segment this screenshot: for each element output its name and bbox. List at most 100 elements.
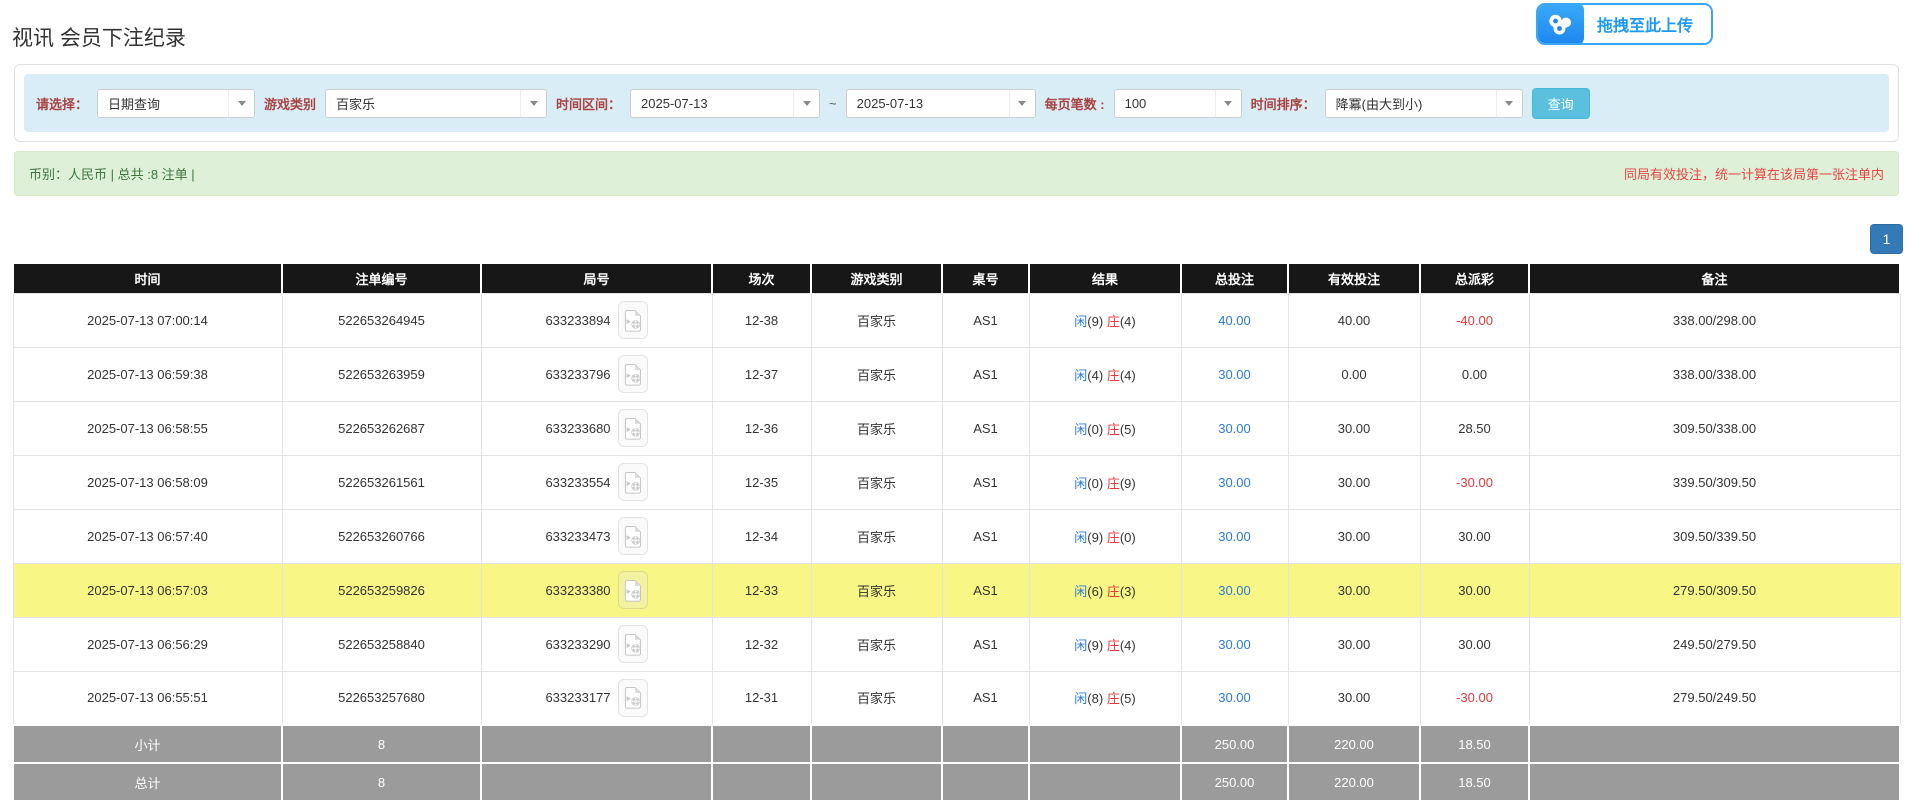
banker-result-label: 庄 [1107,314,1120,329]
video-replay-button[interactable] [618,409,648,447]
payout-cell: 30.00 [1420,617,1529,671]
player-result-count: (4) [1087,368,1103,383]
table-no-cell: AS1 [942,563,1029,617]
table-row: 2025-07-13 06:58:09 522653261561 6332335… [13,455,1900,509]
chevron-down-icon [1496,90,1522,117]
payout-cell: 30.00 [1420,509,1529,563]
game-type-cell: 百家乐 [811,563,942,617]
table-no-cell: AS1 [942,455,1029,509]
video-file-icon [624,471,642,494]
bet-id-cell: 522653262687 [282,401,481,455]
column-header: 总投注 [1181,263,1288,293]
result-cell: 闲(0) 庄(9) [1029,455,1181,509]
chevron-down-icon [228,90,254,117]
table-no-cell: AS1 [942,509,1029,563]
game-type-dropdown[interactable]: 百家乐 [325,89,547,118]
column-header: 局号 [481,263,712,293]
total-valid-bet: 220.00 [1288,763,1420,801]
video-file-icon [624,417,642,440]
video-replay-button[interactable] [618,625,648,663]
round-id-cell: 633233796 [481,347,712,401]
video-replay-button[interactable] [618,301,648,339]
valid-bet-cell: 40.00 [1288,293,1420,347]
round-id-value: 633233796 [545,367,610,382]
payout-cell: 28.50 [1420,401,1529,455]
banker-result-label: 庄 [1107,368,1120,383]
subtotal-total-bet: 250.00 [1181,725,1288,763]
valid-bet-cell: 0.00 [1288,347,1420,401]
time-cell: 2025-07-13 06:59:38 [13,347,282,401]
remark-cell: 309.50/339.50 [1529,509,1900,563]
banker-result-label: 庄 [1107,422,1120,437]
player-result-label: 闲 [1074,476,1087,491]
subtotal-valid-bet: 220.00 [1288,725,1420,763]
total-bet-cell: 40.00 [1181,293,1288,347]
remark-cell: 279.50/249.50 [1529,671,1900,725]
payout-cell: -40.00 [1420,293,1529,347]
upload-dropzone-button[interactable]: 拖拽至此上传 [1536,3,1713,45]
page-size-dropdown[interactable]: 100 [1114,89,1242,118]
remark-cell: 249.50/279.50 [1529,617,1900,671]
payout-cell: 0.00 [1420,347,1529,401]
player-result-count: (6) [1087,584,1103,599]
round-id-value: 633233554 [545,475,610,490]
round-id-cell: 633233554 [481,455,712,509]
round-id-value: 633233894 [545,313,610,328]
chevron-down-icon [793,90,819,117]
game-type-cell: 百家乐 [811,347,942,401]
search-button[interactable]: 查询 [1532,88,1590,119]
game-type-cell: 百家乐 [811,401,942,455]
video-replay-button[interactable] [618,355,648,393]
video-replay-button[interactable] [618,517,648,555]
page-size-value: 100 [1115,96,1215,111]
player-result-label: 闲 [1074,422,1087,437]
video-replay-button[interactable] [618,679,648,717]
banker-result-label: 庄 [1107,584,1120,599]
game-type-cell: 百家乐 [811,509,942,563]
round-id-cell: 633233380 [481,563,712,617]
total-label: 总计 [13,763,282,801]
total-bet-cell: 30.00 [1181,509,1288,563]
column-header: 场次 [712,263,811,293]
cloud-drive-icon [1538,3,1584,45]
page-1-button[interactable]: 1 [1870,224,1903,254]
bet-id-cell: 522653264945 [282,293,481,347]
player-result-count: (0) [1087,422,1103,437]
video-replay-button[interactable] [618,463,648,501]
summary-bar: 币别：人民币 | 总共 :8 注单 | 同局有效投注，统一计算在该局第一张注单内 [14,151,1899,196]
date-from-picker[interactable]: 2025-07-13 [630,89,820,118]
valid-bet-cell: 30.00 [1288,455,1420,509]
banker-result-count: (4) [1120,638,1136,653]
total-row: 总计 8 250.00 220.00 18.50 [13,763,1900,801]
total-bet-cell: 30.00 [1181,347,1288,401]
subtotal-row: 小计 8 250.00 220.00 18.50 [13,725,1900,763]
column-header: 注单编号 [282,263,481,293]
column-header: 有效投注 [1288,263,1420,293]
result-cell: 闲(0) 庄(5) [1029,401,1181,455]
total-bet-cell: 30.00 [1181,401,1288,455]
player-result-label: 闲 [1074,691,1087,706]
total-bet-cell: 30.00 [1181,563,1288,617]
column-header: 游戏类别 [811,263,942,293]
sort-order-dropdown[interactable]: 降冪(由大到小) [1325,89,1523,118]
video-file-icon [624,525,642,548]
sort-order-label: 时间排序： [1251,94,1316,113]
query-type-dropdown[interactable]: 日期查询 [97,89,255,118]
player-result-label: 闲 [1074,638,1087,653]
session-cell: 12-31 [712,671,811,725]
date-to-picker[interactable]: 2025-07-13 [846,89,1036,118]
table-header-row: 时间注单编号局号场次游戏类别桌号结果总投注有效投注总派彩备注 [13,263,1900,293]
column-header: 桌号 [942,263,1029,293]
result-cell: 闲(6) 庄(3) [1029,563,1181,617]
subtotal-payout: 18.50 [1420,725,1529,763]
video-replay-button[interactable] [618,571,648,609]
sort-order-value: 降冪(由大到小) [1326,94,1496,113]
query-type-value: 日期查询 [98,94,228,113]
payout-cell: -30.00 [1420,671,1529,725]
bet-id-cell: 522653259826 [282,563,481,617]
video-file-icon [624,686,642,709]
round-id-value: 633233290 [545,637,610,652]
time-cell: 2025-07-13 07:00:14 [13,293,282,347]
valid-bet-cell: 30.00 [1288,671,1420,725]
player-result-count: (9) [1087,314,1103,329]
